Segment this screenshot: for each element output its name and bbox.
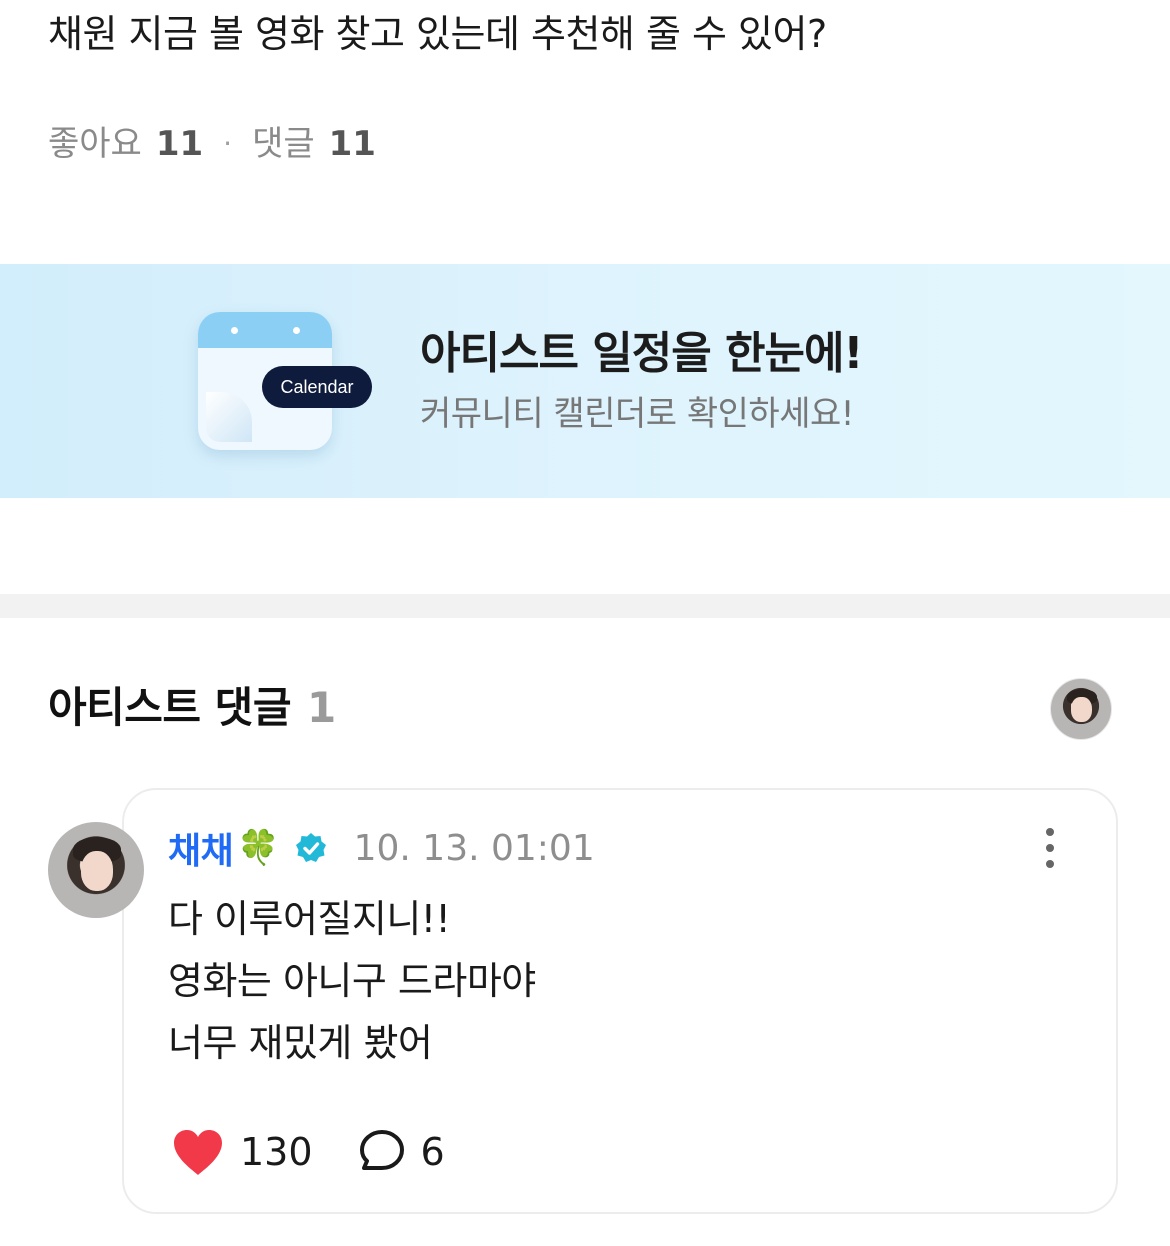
calendar-icon: Calendar — [198, 312, 378, 452]
banner-subtitle: 커뮤니티 캘린더로 확인하세요! — [420, 394, 854, 434]
comments-count: 11 — [328, 124, 376, 164]
artist-comments-header: 아티스트 댓글 1 — [48, 680, 336, 736]
likes-count: 11 — [155, 124, 204, 164]
comment-line: 영화는 아니구 드라마야 — [168, 959, 536, 1003]
comment-timestamp: 10. 13. 01:01 — [353, 827, 595, 869]
like-button[interactable]: 130 — [170, 1127, 313, 1177]
stats-separator: · — [223, 127, 233, 160]
banner-title: 아티스트 일정을 한눈에! — [420, 328, 864, 379]
post-title: 채원 지금 볼 영화 찾고 있는데 추천해 줄 수 있어? — [48, 12, 827, 56]
calendar-banner[interactable]: Calendar 아티스트 일정을 한눈에! 커뮤니티 캘린더로 확인하세요! — [0, 264, 1170, 498]
artist-comments-count: 1 — [306, 683, 336, 732]
comment-line: 다 이루어질지니!! — [168, 897, 451, 941]
artist-avatar[interactable] — [1050, 678, 1112, 740]
verified-badge-icon — [295, 833, 326, 862]
comment-actions: 130 6 — [170, 1122, 445, 1182]
like-count: 130 — [240, 1130, 313, 1174]
comment-author-name[interactable]: 채채 — [168, 822, 234, 874]
comment-author-avatar[interactable] — [48, 822, 144, 918]
reply-count: 6 — [420, 1130, 445, 1174]
speech-bubble-icon — [359, 1130, 404, 1170]
likes-label: 좋아요 — [48, 124, 142, 164]
comment-author-row: 채채 🍀 10. 13. 01:01 — [168, 820, 595, 876]
clover-emoji: 🍀 — [237, 828, 280, 868]
more-vertical-icon — [1046, 828, 1054, 836]
comments-label: 댓글 — [252, 124, 315, 164]
post-stats: 좋아요 11 · 댓글 11 — [48, 118, 376, 170]
reply-button[interactable]: 6 — [357, 1127, 445, 1177]
more-options-button[interactable] — [1034, 824, 1066, 872]
artist-comments-title: 아티스트 댓글 — [48, 683, 291, 732]
calendar-badge: Calendar — [262, 366, 372, 408]
heart-icon — [174, 1130, 222, 1175]
section-divider — [0, 594, 1170, 618]
comment-line: 너무 재밌게 봤어 — [168, 1021, 433, 1065]
comment-body: 다 이루어질지니!! 영화는 아니구 드라마야 너무 재밌게 봤어 — [168, 888, 536, 1074]
